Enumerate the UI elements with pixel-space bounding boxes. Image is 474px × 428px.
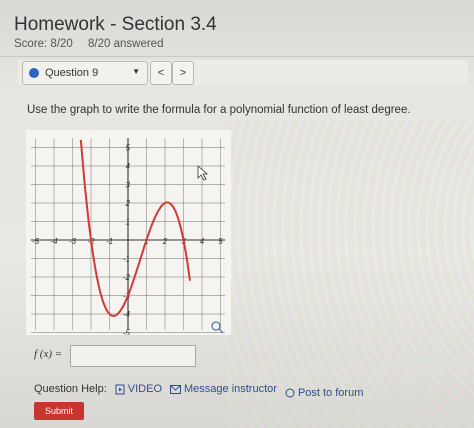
y-tick-label: 5 (126, 144, 131, 153)
question-select-label: Question 9 (45, 67, 99, 79)
question-help: Question Help: VIDEO Message instructor … (34, 379, 363, 399)
header-divider (0, 56, 474, 57)
answer-input[interactable] (70, 345, 196, 367)
score-text: Score: 8/20 (14, 38, 73, 50)
question-prompt: Use the graph to write the formula for a… (27, 104, 411, 116)
y-tick-label: 4 (126, 162, 131, 171)
y-tick-label: -1 (123, 255, 130, 264)
status-dot-icon (29, 68, 39, 78)
answered-text: 8/20 answered (88, 38, 164, 50)
polynomial-graph[interactable]: -5 -4 -3 -2 -1 1 2 3 4 5 54321-1-2-3-4-5 (26, 130, 231, 335)
video-link[interactable]: VIDEO (115, 383, 162, 395)
question-select[interactable]: Question 9 ▼ (22, 61, 148, 85)
score-line: Score: 8/20 8/20 answered (14, 38, 175, 50)
dropdown-arrow-icon: ▼ (132, 67, 140, 76)
x-tick-label: -5 (32, 237, 40, 246)
video-icon (115, 384, 125, 394)
speech-bubble-icon (285, 388, 295, 398)
message-instructor-label: Message instructor (184, 383, 277, 395)
y-tick-label: -5 (123, 329, 131, 336)
envelope-icon (170, 384, 181, 394)
x-tick-label: 2 (162, 237, 168, 246)
prev-question-button[interactable]: < (150, 61, 172, 85)
next-question-button[interactable]: > (172, 61, 194, 85)
y-tick-label: -2 (123, 273, 131, 282)
x-tick-label: -1 (106, 237, 113, 246)
question-help-label: Question Help: (34, 383, 107, 395)
y-tick-label: 2 (125, 199, 131, 208)
post-to-forum-label: Post to forum (297, 387, 364, 399)
x-tick-label: -3 (69, 237, 77, 246)
page-title: Homework - Section 3.4 (14, 14, 217, 35)
x-tick-label: -4 (50, 237, 58, 246)
video-label: VIDEO (127, 383, 162, 395)
message-instructor-link[interactable]: Message instructor (170, 383, 277, 395)
x-tick-label: 5 (218, 237, 223, 246)
y-tick-label: -4 (123, 310, 131, 319)
submit-button[interactable]: Submit (34, 402, 84, 420)
y-tick-label: 1 (126, 218, 130, 227)
answer-label: f (x) = (34, 348, 63, 360)
y-tick-label: 3 (126, 181, 131, 190)
post-to-forum-link[interactable]: Post to forum (285, 387, 363, 399)
x-tick-label: 4 (200, 237, 205, 246)
